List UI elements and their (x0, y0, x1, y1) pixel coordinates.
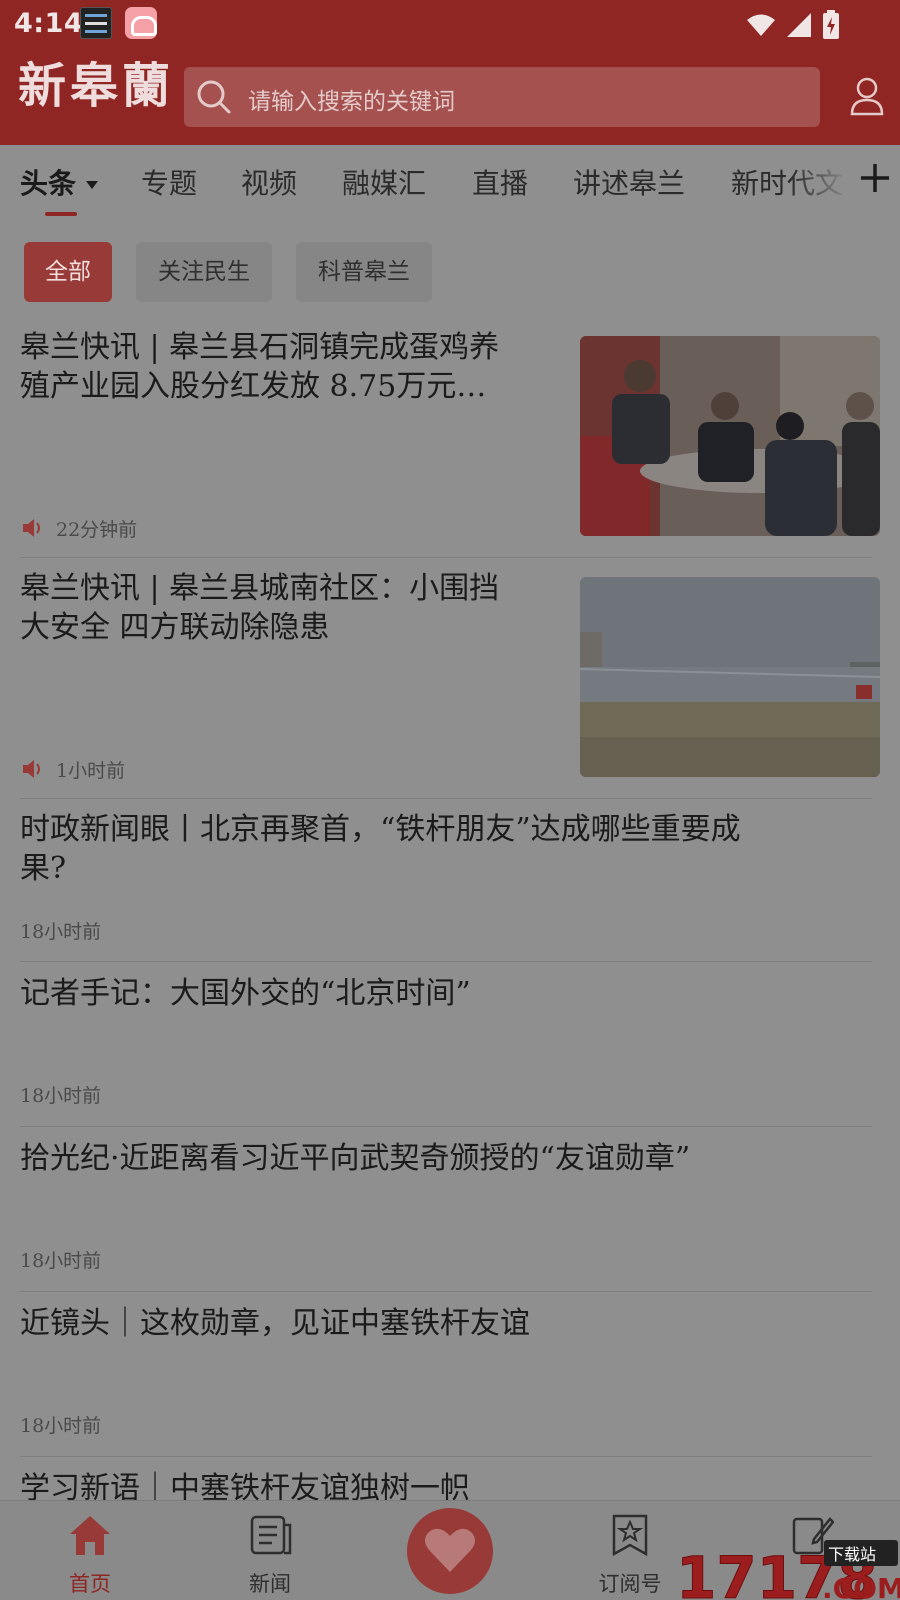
divider (20, 798, 872, 799)
add-channel-icon[interactable] (858, 161, 892, 195)
nav-home[interactable]: 首页 (30, 1501, 150, 1600)
speaker-icon[interactable] (22, 518, 44, 538)
svg-text:下载站: 下载站 (828, 1545, 876, 1564)
channel-tabs: 头条 专题 视频 融媒汇 直播 讲述皋兰 新时代文 (0, 145, 900, 222)
list-item[interactable]: 皋兰快讯 | 皋兰县石洞镇完成蛋鸡养 殖产业园入股分红发放 8.75万元… 22… (0, 322, 900, 558)
list-item[interactable]: 皋兰快讯 | 皋兰县城南社区：小围挡 大安全 四方联动除隐患 1小时前 (0, 563, 900, 799)
notification-app-icon-2 (125, 7, 157, 39)
list-item[interactable]: 拾光纪·近距离看习近平向武契奇颁授的“友谊勋章” 18小时前 (0, 1133, 900, 1293)
news-time: 18小时前 (20, 1250, 102, 1272)
thumbnail-photo (580, 336, 880, 536)
tab-topics[interactable]: 专题 (141, 162, 197, 202)
tab-gaolan-stories[interactable]: 讲述皋兰 (573, 162, 685, 202)
news-title: 拾光纪·近距离看习近平向武契奇颁授的“友谊勋章” (20, 1141, 691, 1176)
chevron-down-icon (86, 181, 99, 189)
chip-livelihood[interactable]: 关注民生 (136, 242, 272, 302)
tab-fade (790, 145, 850, 222)
app-header: 4:14 新皋蘭 请输入搜索的关键词 (0, 0, 900, 145)
news-title: 记者手记：大国外交的“北京时间” (20, 976, 471, 1011)
user-icon[interactable] (850, 76, 884, 116)
notification-app-icon (80, 7, 112, 39)
watermark-logo: 17178 下载站 .COM (676, 1540, 900, 1600)
news-title: 皋兰快讯 | 皋兰县城南社区：小围挡 大安全 四方联动除隐患 (20, 571, 500, 645)
chip-all[interactable]: 全部 (24, 242, 112, 302)
divider (20, 1456, 872, 1457)
heart-icon (425, 1528, 475, 1572)
news-time: 18小时前 (20, 1085, 102, 1107)
news-time: 18小时前 (20, 1415, 102, 1437)
news-time: 22分钟前 (56, 519, 138, 541)
active-tab-indicator (45, 212, 77, 216)
site-watermark: 17178 下载站 .COM (676, 1540, 900, 1600)
svg-text:.COM: .COM (822, 1572, 900, 1600)
list-item[interactable]: 近镜头｜这枚勋章，见证中塞铁杆友谊 18小时前 (0, 1298, 900, 1458)
divider (20, 1291, 872, 1292)
search-icon (197, 80, 231, 114)
news-icon (250, 1515, 292, 1555)
news-time: 1小时前 (56, 760, 126, 782)
nav-news[interactable]: 新闻 (210, 1501, 330, 1600)
nav-label: 新闻 (249, 1572, 291, 1596)
status-time: 4:14 (14, 8, 84, 39)
tab-live[interactable]: 直播 (472, 162, 528, 202)
tab-video[interactable]: 视频 (241, 162, 297, 202)
subscribe-icon (612, 1514, 648, 1557)
thumbnail-photo (580, 577, 880, 777)
divider (20, 1126, 872, 1127)
news-thumbnail (580, 336, 880, 536)
divider (20, 961, 872, 962)
divider (20, 557, 872, 558)
home-icon (70, 1516, 110, 1555)
status-bar: 4:14 (0, 0, 900, 50)
battery-icon (823, 10, 839, 39)
app-logo: 新皋蘭 (18, 58, 175, 114)
wifi-icon (747, 14, 775, 36)
speaker-icon[interactable] (22, 759, 44, 779)
nav-subscriptions[interactable]: 订阅号 (570, 1501, 690, 1600)
news-thumbnail (580, 577, 880, 777)
nav-label: 首页 (69, 1572, 111, 1596)
news-title: 近镜头｜这枚勋章，见证中塞铁杆友谊 (20, 1306, 530, 1341)
status-icons (746, 10, 840, 40)
tab-headlines[interactable]: 头条 (20, 162, 99, 202)
list-item[interactable]: 时政新闻眼丨北京再聚首，“铁杆朋友”达成哪些重要成 果? 18小时前 (0, 804, 900, 962)
center-action-button[interactable] (407, 1508, 493, 1594)
news-time: 18小时前 (20, 921, 102, 943)
news-title: 时政新闻眼丨北京再聚首，“铁杆朋友”达成哪些重要成 果? (20, 812, 741, 886)
search-placeholder: 请输入搜索的关键词 (248, 89, 455, 115)
list-item[interactable]: 学习新语｜中塞铁杆友谊独树一帜 (0, 1463, 900, 1500)
search-input[interactable]: 请输入搜索的关键词 (184, 67, 820, 127)
nav-label: 订阅号 (598, 1572, 662, 1596)
signal-icon (787, 13, 811, 37)
news-title: 学习新语｜中塞铁杆友谊独树一帜 (20, 1471, 470, 1500)
chip-science[interactable]: 科普皋兰 (296, 242, 432, 302)
tab-media-hub[interactable]: 融媒汇 (342, 162, 426, 202)
news-title: 皋兰快讯 | 皋兰县石洞镇完成蛋鸡养 殖产业园入股分红发放 8.75万元… (20, 330, 500, 404)
list-item[interactable]: 记者手记：大国外交的“北京时间” 18小时前 (0, 968, 900, 1128)
